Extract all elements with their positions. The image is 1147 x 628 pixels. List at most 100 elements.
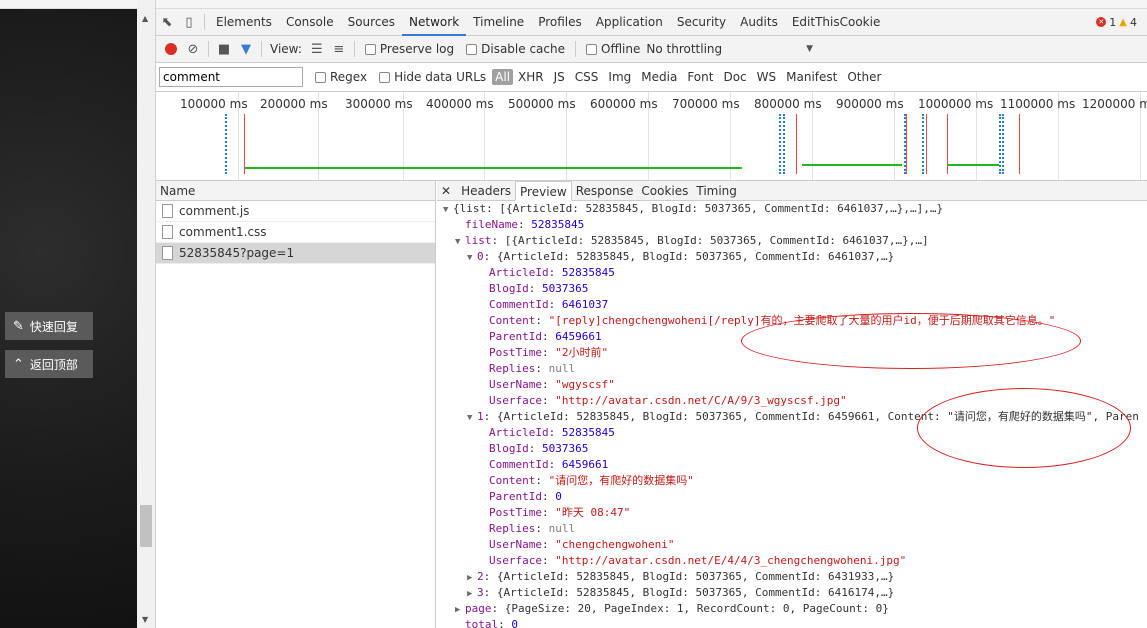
- scroll-up-icon[interactable]: ▲: [142, 14, 148, 23]
- json-tree-row[interactable]: ▶ page: {PageSize: 20, PageIndex: 1, Reco…: [437, 601, 1147, 617]
- tab-elements[interactable]: Elements: [209, 9, 279, 36]
- hide-data-urls-label: Hide data URLs: [394, 70, 487, 84]
- filter-type-doc[interactable]: Doc: [718, 70, 751, 84]
- page-scrollbar[interactable]: ▲ ▼: [137, 0, 156, 628]
- scroll-down-icon[interactable]: ▼: [142, 615, 148, 624]
- tab-audits[interactable]: Audits: [733, 9, 785, 36]
- expand-triangle-icon[interactable]: ▶: [455, 602, 465, 618]
- collapse-triangle-icon[interactable]: ▼: [467, 250, 477, 266]
- filter-type-manifest[interactable]: Manifest: [781, 70, 842, 84]
- json-tree-row[interactable]: ▼ list: [{ArticleId: 52835845, BlogId: 50…: [437, 233, 1147, 249]
- json-colon: :: [491, 602, 505, 615]
- dropdown-arrow-icon: ▼: [806, 44, 814, 54]
- timeline-load-marker: [947, 114, 948, 174]
- json-value: 6461037: [561, 298, 609, 311]
- large-rows-button[interactable]: ☰: [306, 38, 328, 60]
- tab-profiles[interactable]: Profiles: [531, 9, 589, 36]
- back-to-top-button[interactable]: ⌃ 返回顶部: [5, 350, 93, 378]
- filter-type-font[interactable]: Font: [682, 70, 718, 84]
- json-key: ArticleId: [489, 266, 549, 279]
- detail-tab-response[interactable]: Response: [572, 181, 638, 201]
- filter-type-other[interactable]: Other: [842, 70, 886, 84]
- timeline-request-bar: [802, 164, 902, 166]
- offline-checkbox[interactable]: Offline: [586, 42, 640, 56]
- collapse-triangle-icon[interactable]: ▼: [467, 410, 477, 426]
- json-key: 2: [477, 570, 484, 583]
- scrollbar-thumb[interactable]: [140, 505, 152, 547]
- filter-type-img[interactable]: Img: [603, 70, 636, 84]
- close-icon[interactable]: ✕: [441, 184, 451, 198]
- json-tree-row[interactable]: ▶ 2: {ArticleId: 52835845, BlogId: 503736…: [437, 569, 1147, 585]
- detail-tab-bar: ✕ Headers Preview Response Cookies Timing: [437, 181, 1147, 201]
- inspect-element-icon[interactable]: ⬉: [156, 11, 178, 33]
- json-tree-row[interactable]: ▼ 0: {ArticleId: 52835845, BlogId: 503736…: [437, 249, 1147, 265]
- filter-type-media[interactable]: Media: [636, 70, 682, 84]
- timeline-tick-label: 100000 ms: [180, 97, 248, 111]
- json-value: 5037365: [542, 282, 589, 295]
- device-toolbar-icon[interactable]: ▯: [178, 11, 200, 33]
- table-row[interactable]: comment.js: [156, 201, 435, 222]
- timeline-request-dots: [999, 114, 1001, 174]
- json-colon: :: [483, 410, 497, 423]
- timeline-request-bar: [244, 167, 742, 169]
- hide-data-urls-checkbox[interactable]: Hide data URLs: [379, 70, 486, 84]
- error-warning-counter[interactable]: ✕ 1 ▲ 4: [1096, 16, 1147, 29]
- filter-input[interactable]: [159, 67, 303, 87]
- filter-type-js[interactable]: JS: [549, 70, 570, 84]
- tab-editthiscookie[interactable]: EditThisCookie: [785, 9, 888, 36]
- table-row[interactable]: 52835845?page=1: [156, 243, 435, 264]
- disable-cache-checkbox[interactable]: Disable cache: [466, 42, 565, 56]
- json-tree-row: BlogId: 5037365: [437, 281, 1147, 297]
- timeline-tick-label: 700000 ms: [672, 97, 740, 111]
- detail-tab-timing[interactable]: Timing: [692, 181, 741, 201]
- filter-toggle-button[interactable]: ▼: [235, 38, 257, 60]
- detail-tab-cookies[interactable]: Cookies: [637, 181, 692, 201]
- json-key: PostTime: [489, 346, 542, 359]
- tab-security[interactable]: Security: [670, 9, 733, 36]
- filter-type-ws[interactable]: WS: [752, 70, 781, 84]
- json-tree-row[interactable]: ▼ {list: [{ArticleId: 52835845, BlogId: 5…: [437, 201, 1147, 217]
- expand-triangle-icon[interactable]: ▶: [467, 586, 477, 602]
- quick-reply-button[interactable]: ✎ 快速回复: [5, 312, 93, 340]
- detail-tab-preview[interactable]: Preview: [515, 181, 572, 201]
- tab-console[interactable]: Console: [279, 9, 341, 36]
- network-timeline-overview[interactable]: 100000 ms 200000 ms 300000 ms 400000 ms 5000…: [156, 92, 1147, 181]
- detail-tab-headers[interactable]: Headers: [457, 181, 515, 201]
- checkbox-box[interactable]: [315, 71, 326, 83]
- collapse-triangle-icon[interactable]: ▼: [455, 234, 465, 250]
- filter-type-all[interactable]: All: [492, 69, 514, 85]
- checkbox-box[interactable]: [586, 43, 597, 55]
- tab-network[interactable]: Network: [402, 9, 467, 36]
- checkbox-box[interactable]: [466, 43, 478, 55]
- json-tree-row[interactable]: ▶ 3: {ArticleId: 52835845, BlogId: 503736…: [437, 585, 1147, 601]
- json-value: "http://avatar.csdn.net/C/A/9/3_wgyscsf.…: [555, 394, 847, 407]
- name-column-header[interactable]: Name: [156, 181, 435, 201]
- collapse-triangle-icon[interactable]: ▼: [443, 202, 453, 218]
- json-key: Userface: [489, 394, 542, 407]
- expand-triangle-icon[interactable]: ▶: [467, 570, 477, 586]
- divider: [575, 41, 576, 57]
- json-value: 52835845: [561, 426, 615, 439]
- json-key: CommentId: [489, 298, 549, 311]
- tab-timeline[interactable]: Timeline: [466, 9, 531, 36]
- request-rows: comment.js comment1.css 52835845?page=1: [156, 201, 435, 264]
- preserve-log-checkbox[interactable]: Preserve log: [364, 42, 454, 56]
- tab-application[interactable]: Application: [589, 9, 670, 36]
- timeline-request-dots: [225, 114, 227, 174]
- table-row[interactable]: comment1.css: [156, 222, 435, 243]
- chevron-up-icon: ⌃: [13, 356, 24, 372]
- json-key: total: [465, 618, 499, 628]
- waterfall-overview-button[interactable]: ≡: [328, 38, 350, 60]
- filter-type-xhr[interactable]: XHR: [513, 70, 549, 84]
- checkbox-box[interactable]: [364, 43, 376, 55]
- json-tree-row: PostTime: "昨天 08:47": [437, 505, 1147, 521]
- clear-button[interactable]: ⊘: [182, 38, 204, 60]
- checkbox-box[interactable]: [379, 71, 391, 83]
- json-summary: {ArticleId: 52835845, BlogId: 5037365, C…: [496, 250, 895, 263]
- tab-sources[interactable]: Sources: [341, 9, 402, 36]
- throttling-select[interactable]: No throttling ▼: [646, 42, 813, 56]
- capture-screenshots-button[interactable]: ■: [213, 38, 235, 60]
- filter-type-css[interactable]: CSS: [570, 70, 604, 84]
- record-button[interactable]: [160, 38, 182, 60]
- regex-checkbox[interactable]: Regex: [315, 70, 367, 84]
